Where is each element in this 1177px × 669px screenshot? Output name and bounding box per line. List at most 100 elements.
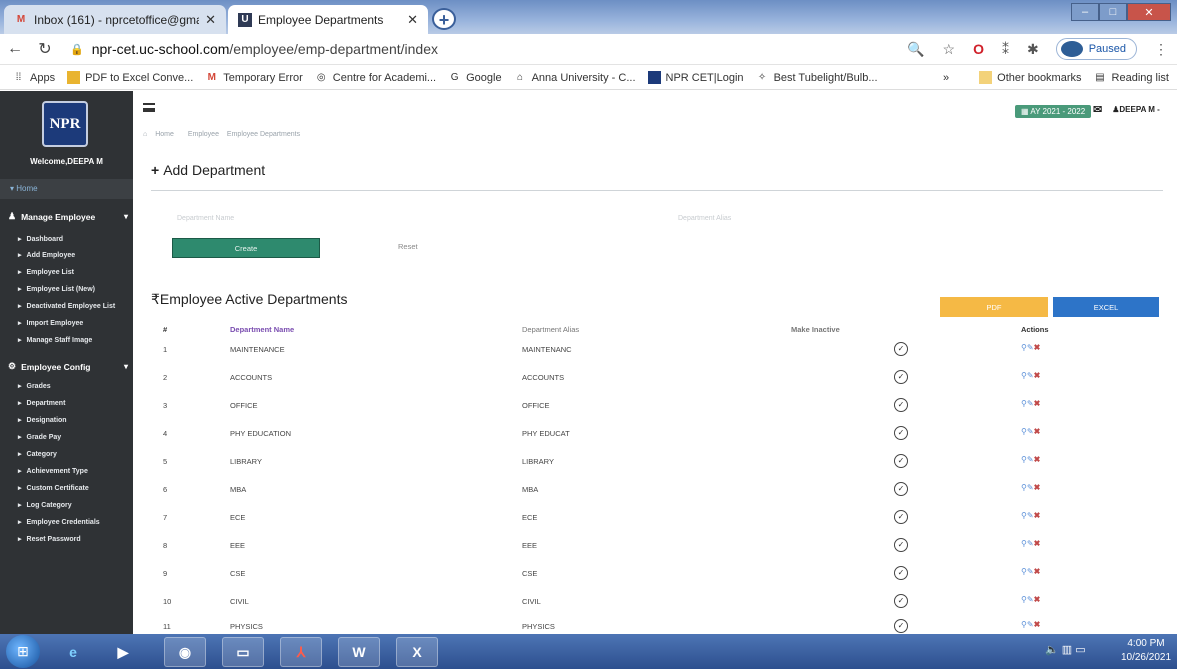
edit-icon[interactable]: ✎ — [1027, 620, 1034, 629]
create-button[interactable]: Create — [172, 238, 320, 258]
sidebar-item-grade-pay[interactable]: Grade Pay — [18, 433, 62, 441]
delete-icon[interactable]: ✖ — [1034, 343, 1041, 352]
user-menu[interactable]: ✉ ♟ DEEPA M - — [1093, 103, 1160, 116]
bookmark-centre-academi[interactable]: ◎ Centre for Academi... — [315, 71, 436, 84]
excel-icon[interactable]: X — [396, 637, 438, 667]
edit-icon[interactable]: ✎ — [1027, 567, 1034, 576]
delete-icon[interactable]: ✖ — [1034, 427, 1041, 436]
sidebar-item-employee-list[interactable]: Employee List — [18, 268, 74, 276]
edit-icon[interactable]: ✎ — [1027, 399, 1034, 408]
academic-year-badge[interactable]: ▦ AY 2021 - 2022 — [1015, 105, 1092, 118]
extensions-puzzle-icon[interactable]: ✱ — [1027, 41, 1039, 58]
bookmarks-overflow-button[interactable]: » — [943, 72, 949, 84]
search-icon[interactable]: 🔍 — [907, 41, 924, 58]
make-inactive-icon[interactable]: ✓ — [894, 370, 908, 384]
word-icon[interactable]: W — [338, 637, 380, 667]
excel-export-button[interactable]: EXCEL — [1053, 297, 1159, 317]
edit-icon[interactable]: ✎ — [1027, 511, 1034, 520]
tab-inbox[interactable]: M Inbox (161) - nprcetoffice@gma ✕ — [4, 5, 226, 34]
new-tab-button[interactable]: + — [432, 8, 456, 30]
other-bookmarks[interactable]: Other bookmarks — [979, 71, 1082, 84]
delete-icon[interactable]: ✖ — [1034, 511, 1041, 520]
sidebar-item-achievement-type[interactable]: Achievement Type — [18, 467, 88, 475]
department-alias-field[interactable]: Department Alias — [678, 215, 731, 222]
sidebar-item-employee-credentials[interactable]: Employee Credentials — [18, 518, 100, 526]
network-icon[interactable]: ▥ — [1062, 644, 1072, 656]
make-inactive-icon[interactable]: ✓ — [894, 510, 908, 524]
file-explorer-icon[interactable]: ▭ — [222, 637, 264, 667]
department-name-field[interactable]: Department Name — [177, 215, 234, 222]
pdf-reader-icon[interactable]: ⅄ — [280, 637, 322, 667]
delete-icon[interactable]: ✖ — [1034, 539, 1041, 548]
reload-icon[interactable]: ↻ — [30, 39, 60, 59]
edit-icon[interactable]: ✎ — [1027, 595, 1034, 604]
make-inactive-icon[interactable]: ✓ — [894, 398, 908, 412]
edit-icon[interactable]: ✎ — [1027, 455, 1034, 464]
start-button[interactable]: ⊞ — [6, 635, 40, 668]
bookmark-temporary-error[interactable]: M Temporary Error — [205, 71, 303, 84]
minimize-button[interactable]: – — [1071, 3, 1099, 21]
bookmark-pdf-to-excel[interactable]: PDF to Excel Conve... — [67, 71, 193, 84]
sidebar-item-manage-staff-image[interactable]: Manage Staff Image — [18, 336, 93, 344]
sidebar-item-reset-password[interactable]: Reset Password — [18, 535, 81, 543]
delete-icon[interactable]: ✖ — [1034, 455, 1041, 464]
internet-explorer-icon[interactable]: e — [52, 637, 94, 667]
delete-icon[interactable]: ✖ — [1034, 620, 1041, 629]
url-field[interactable]: npr-cet.uc-school.com/employee/emp-depar… — [92, 41, 898, 57]
edit-icon[interactable]: ✎ — [1027, 427, 1034, 436]
reset-button[interactable]: Reset — [398, 242, 418, 251]
breadcrumb-employee[interactable]: Employee — [188, 131, 219, 138]
taskbar-clock[interactable]: 4:00 PM 10/26/2021 — [1118, 637, 1174, 665]
media-player-icon[interactable]: ▶ — [102, 637, 144, 667]
close-icon[interactable]: ✕ — [407, 12, 418, 28]
lock-icon[interactable]: 🔒 — [70, 43, 84, 56]
sidebar-item-employee-list-new[interactable]: Employee List (New) — [18, 285, 95, 293]
make-inactive-icon[interactable]: ✓ — [894, 426, 908, 440]
sidebar-item-home[interactable]: ▾ Home — [0, 179, 133, 199]
action-center-icon[interactable]: ▭ — [1075, 644, 1085, 656]
edit-icon[interactable]: ✎ — [1027, 483, 1034, 492]
profile-button[interactable]: Paused — [1055, 38, 1137, 60]
extension-icon[interactable]: ⁑ — [1002, 41, 1009, 58]
sidebar-section-employee-config[interactable]: ⚙ Employee Config ▾ — [8, 361, 128, 372]
reading-list[interactable]: ▤ Reading list — [1094, 71, 1169, 84]
volume-icon[interactable]: 🔈 — [1045, 644, 1059, 656]
sidebar-item-designation[interactable]: Designation — [18, 416, 67, 424]
notification-icon[interactable]: ✉ — [1093, 103, 1102, 116]
tab-employee-departments[interactable]: U Employee Departments ✕ — [228, 5, 428, 34]
make-inactive-icon[interactable]: ✓ — [894, 482, 908, 496]
bookmark-anna-university[interactable]: ⌂ Anna University - C... — [514, 71, 635, 84]
back-icon[interactable]: ← — [0, 40, 30, 58]
make-inactive-icon[interactable]: ✓ — [894, 619, 908, 633]
pdf-export-button[interactable]: PDF — [940, 297, 1048, 317]
sidebar-item-custom-certificate[interactable]: Custom Certificate — [18, 484, 89, 492]
opera-icon[interactable]: O — [973, 41, 984, 57]
bookmark-apps[interactable]: ⁞⁞ Apps — [12, 71, 55, 84]
delete-icon[interactable]: ✖ — [1034, 595, 1041, 604]
maximize-button[interactable]: □ — [1099, 3, 1127, 21]
star-icon[interactable]: ☆ — [943, 41, 956, 58]
window-close-button[interactable]: ✕ — [1127, 3, 1171, 21]
edit-icon[interactable]: ✎ — [1027, 371, 1034, 380]
make-inactive-icon[interactable]: ✓ — [894, 342, 908, 356]
edit-icon[interactable]: ✎ — [1027, 539, 1034, 548]
sidebar-item-department[interactable]: Department — [18, 399, 66, 407]
chrome-icon[interactable]: ◉ — [164, 637, 206, 667]
sidebar-item-log-category[interactable]: Log Category — [18, 501, 72, 509]
bookmark-tubelight[interactable]: ✧ Best Tubelight/Bulb... — [756, 71, 878, 84]
delete-icon[interactable]: ✖ — [1034, 567, 1041, 576]
sidebar-item-grades[interactable]: Grades — [18, 382, 51, 390]
edit-icon[interactable]: ✎ — [1027, 343, 1034, 352]
delete-icon[interactable]: ✖ — [1034, 371, 1041, 380]
menu-toggle-icon[interactable] — [143, 103, 155, 112]
sidebar-section-manage-employee[interactable]: ♟ Manage Employee ▾ — [8, 211, 128, 222]
sidebar-item-add-employee[interactable]: Add Employee — [18, 251, 76, 259]
delete-icon[interactable]: ✖ — [1034, 399, 1041, 408]
bookmark-npr-login[interactable]: NPR CET|Login — [647, 71, 744, 84]
bookmark-google[interactable]: G Google — [448, 71, 502, 84]
make-inactive-icon[interactable]: ✓ — [894, 566, 908, 580]
menu-kebab-icon[interactable]: ⋮ — [1154, 41, 1168, 58]
breadcrumb-home[interactable]: ⌂ Home — [143, 131, 180, 138]
sidebar-item-import-employee[interactable]: Import Employee — [18, 319, 84, 327]
make-inactive-icon[interactable]: ✓ — [894, 454, 908, 468]
